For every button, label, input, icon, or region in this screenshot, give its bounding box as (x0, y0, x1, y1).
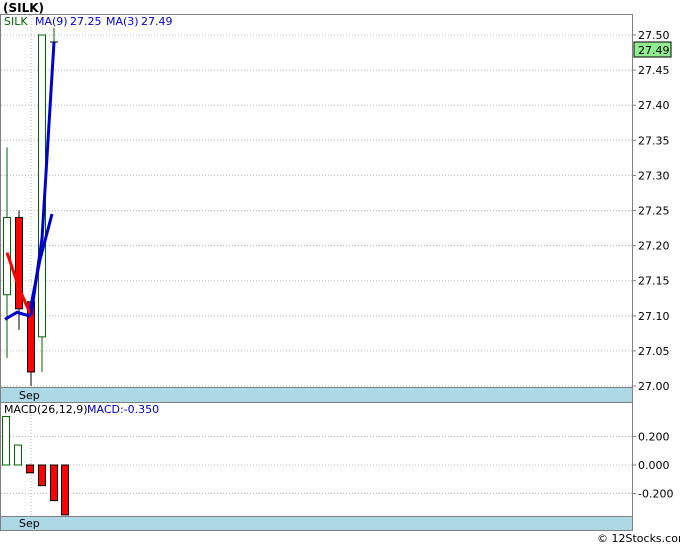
chart-canvas: (SILK) 27.0027.0527.1027.1527.2027.2527.… (0, 1, 680, 545)
price-legend-symbol: SILK (4, 15, 28, 28)
price-tick-label: 27.50 (638, 29, 670, 42)
macd-axis-band (0, 516, 633, 531)
price-tick-label: 27.25 (638, 205, 670, 218)
macd-tick-label: -0.200 (638, 488, 673, 501)
macd-bar (61, 464, 69, 516)
macd-bar (14, 444, 22, 466)
price-tick-label: 27.00 (638, 380, 670, 393)
price-tick-label: 27.35 (638, 134, 670, 147)
macd-bar (38, 464, 46, 487)
macd-legend-value: MACD:-0.350 (87, 403, 159, 416)
price-axis-band (0, 387, 633, 403)
macd-tick-labels: 0.200 0.000 -0.200 (638, 431, 673, 501)
price-legend-ma3-value: 27.49 (141, 15, 173, 28)
price-month-label: Sep (19, 389, 40, 402)
price-tick-label: 27.20 (638, 240, 670, 253)
price-panel: 27.00 27.05 27.10 27.15 27.20 27.25 27.30 27.35… (0, 14, 672, 403)
price-tick-label: 27.10 (638, 310, 670, 323)
price-plot-area (0, 14, 633, 403)
chart-title: (SILK) (3, 1, 44, 15)
price-legend-ma3-label: MA(3) (106, 15, 139, 28)
price-tick-label: 27.05 (638, 345, 670, 358)
price-tick-label: 27.30 (638, 169, 670, 182)
macd-bar (50, 464, 58, 502)
macd-panel: 0.200 0.000 -0.200 Sep MACD(26,12,9) MACD:… (0, 402, 673, 531)
price-legend-ma9-label: MA(9) (35, 15, 68, 28)
price-legend-ma9-value: 27.25 (70, 15, 102, 28)
price-tick-label: 27.15 (638, 275, 670, 288)
macd-bar (2, 416, 10, 466)
last-price-label: 27.49 (638, 44, 670, 57)
macd-legend-name: MACD(26,12,9) (4, 403, 88, 416)
price-tick-label: 27.40 (638, 99, 670, 112)
macd-plot-area (0, 402, 633, 531)
price-tick-labels: 27.00 27.05 27.10 27.15 27.20 27.25 27.30 27.35… (638, 29, 670, 393)
macd-tick-label: 0.000 (638, 459, 670, 472)
macd-month-label: Sep (19, 517, 40, 530)
macd-tick-label: 0.200 (638, 431, 670, 444)
footer-credit: © 12Stocks.com (597, 532, 680, 545)
macd-bar (26, 464, 34, 474)
price-tick-label: 27.45 (638, 64, 670, 77)
